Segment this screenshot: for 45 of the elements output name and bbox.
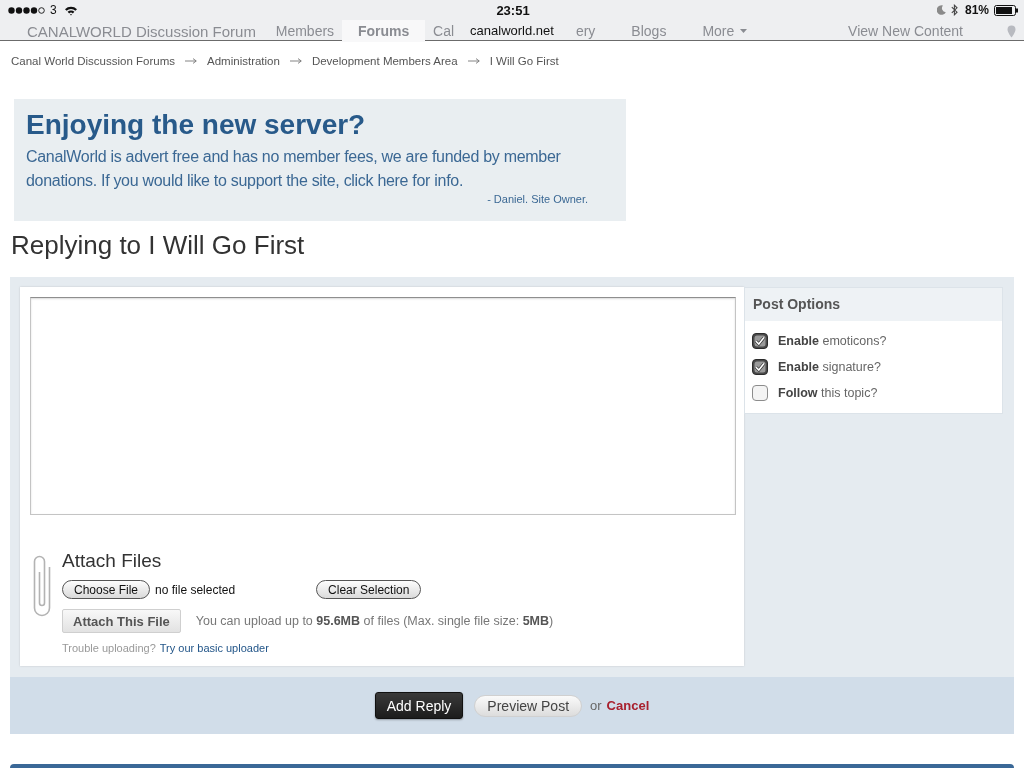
breadcrumb-link[interactable]: I Will Go First: [489, 55, 559, 67]
option-label: Enable emoticons?: [778, 334, 887, 348]
cancel-link[interactable]: Cancel: [606, 698, 650, 713]
paperclip-icon: [33, 554, 51, 617]
caret-icon: [740, 29, 748, 33]
option-label: Enable signature?: [778, 360, 881, 374]
attach-file-button[interactable]: Attach This File: [62, 609, 181, 633]
checkbox[interactable]: [752, 333, 768, 349]
or-text: or: [590, 698, 602, 713]
basic-uploader-link[interactable]: Try our basic uploader: [159, 642, 269, 654]
upload-limit-text: You can upload up to 95.6MB of files (Max. single file size: 5MB): [195, 614, 554, 628]
checkbox[interactable]: [752, 385, 768, 401]
help-text: Trouble uploading?: [62, 642, 156, 654]
banner-signature: - Daniel. Site Owner.: [486, 192, 589, 206]
bluetooth-icon: [950, 4, 958, 16]
add-reply-button[interactable]: Add Reply: [374, 692, 464, 719]
banner-title: Enjoying the new server?: [26, 108, 367, 142]
page-heading: Replying to I Will Go First: [11, 230, 306, 260]
post-options-title: Post Options: [745, 288, 1002, 321]
preview-post-button[interactable]: Preview Post: [474, 694, 583, 717]
carrier-name: 3: [50, 3, 57, 17]
signal-icon: [8, 6, 46, 14]
moon-icon: [936, 5, 946, 15]
clear-selection-button[interactable]: Clear Selection: [316, 580, 422, 599]
file-status: no file selected: [155, 582, 236, 597]
battery-percent: 81%: [964, 3, 989, 17]
donation-banner[interactable]: Enjoying the new server? CanalWorld is advert free and has no member fees, we are funded by member donations. If you would like to support the site, click here for info. - Daniel. Site Owner.: [14, 99, 626, 221]
breadcrumb-link[interactable]: Development Members Area: [311, 55, 458, 67]
option-label: Follow this topic?: [778, 386, 878, 400]
choose-file-button[interactable]: Choose File: [62, 580, 151, 599]
arrow-icon: [467, 58, 480, 64]
breadcrumb-link[interactable]: Administration: [207, 55, 280, 67]
breadcrumb-link[interactable]: Canal World Discussion Forums: [11, 55, 176, 67]
arrow-icon: [289, 58, 302, 64]
nav-tab[interactable]: Forums: [341, 20, 426, 42]
arrow-icon: [185, 58, 198, 64]
wifi-icon: [63, 4, 78, 16]
attach-files-title: Attach Files: [62, 550, 163, 572]
page-url[interactable]: canalworld.net: [462, 22, 562, 40]
location-pin-icon[interactable]: [1007, 24, 1016, 38]
message-field[interactable]: [30, 297, 736, 515]
clock-time: 23:51: [496, 2, 530, 18]
battery-icon: [994, 4, 1018, 16]
banner-text: CanalWorld is advert free and has no member fees, we are funded by member donations. If you would like to support the site, click here for info.: [26, 147, 562, 191]
checkbox[interactable]: [752, 359, 768, 375]
